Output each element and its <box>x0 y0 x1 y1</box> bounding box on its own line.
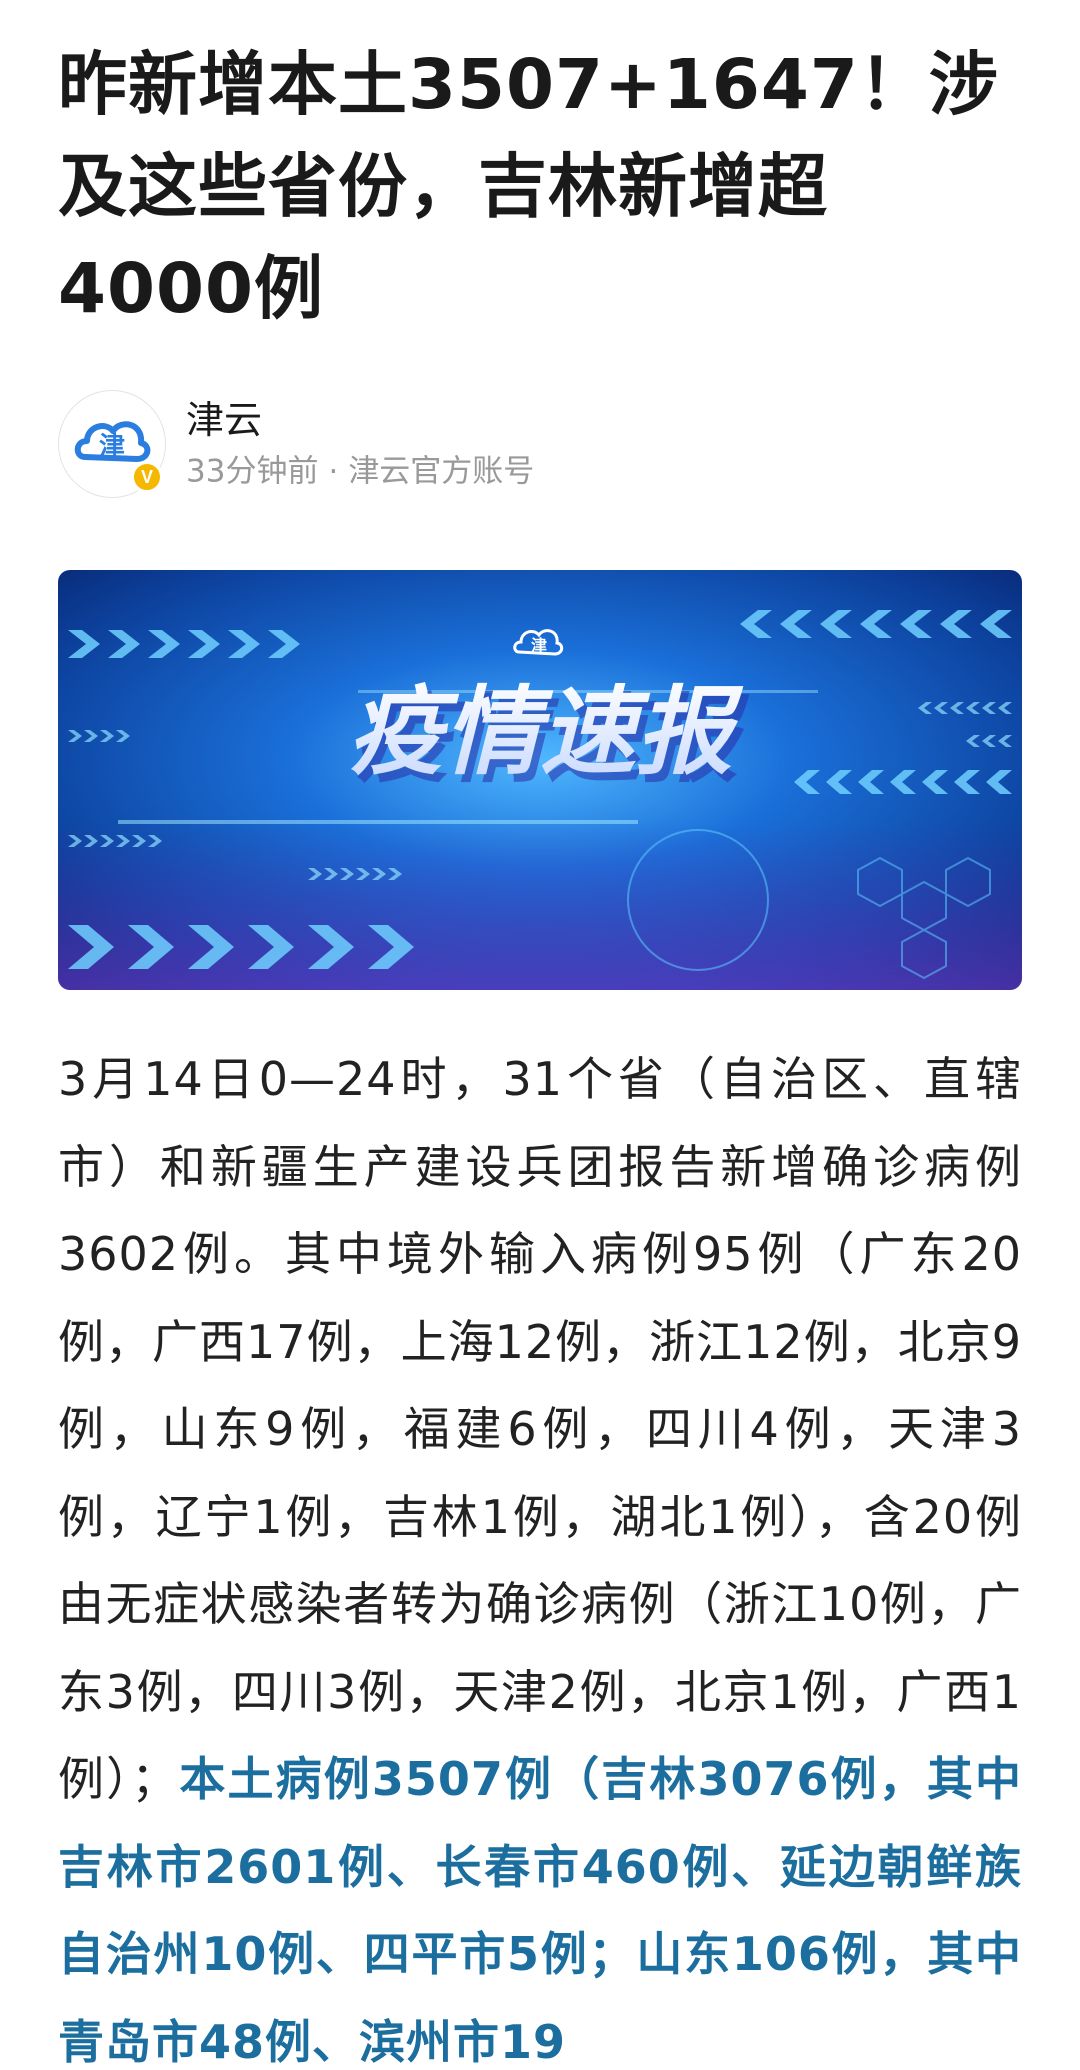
meta-separator: · <box>328 453 339 490</box>
verified-badge-icon: V <box>131 461 163 493</box>
svg-text:津: 津 <box>531 636 547 655</box>
author-meta: 33分钟前 · 津云官方账号 <box>186 450 534 492</box>
article-body: 3月14日0—24时，31个省（自治区、直辖市）和新疆生产建设兵团报告新增确诊病… <box>58 1036 1022 2070</box>
banner-headline: 疫情速报 <box>348 676 744 788</box>
body-intro: 3月14日0—24时，31个省（自治区、直辖市）和新疆生产建设兵团报告新增确诊病… <box>58 1052 1022 1806</box>
body-highlight: 本土病例3507例（吉林3076例，其中吉林市2601例、长春市460例、延边朝… <box>58 1752 1022 2069</box>
account-type: 津云官方账号 <box>348 453 535 490</box>
banner-graphic: 津 疫情速报 疫情速报 <box>58 570 1022 990</box>
article-title: 昨新增本土3507+1647！涉及这些省份，吉林新增超4000例 <box>58 45 999 329</box>
article-banner-image[interactable]: 津 疫情速报 疫情速报 <box>58 570 1022 990</box>
publish-time: 33分钟前 <box>186 453 319 490</box>
author-name[interactable]: 津云 <box>186 396 534 444</box>
svg-text:津: 津 <box>99 432 125 462</box>
author-avatar[interactable]: 津 V <box>58 390 166 498</box>
article-page: 昨新增本土3507+1647！涉及这些省份，吉林新增超4000例 津 V 津云 … <box>0 0 1080 2070</box>
author-bar[interactable]: 津 V 津云 33分钟前 · 津云官方账号 <box>58 388 1022 500</box>
